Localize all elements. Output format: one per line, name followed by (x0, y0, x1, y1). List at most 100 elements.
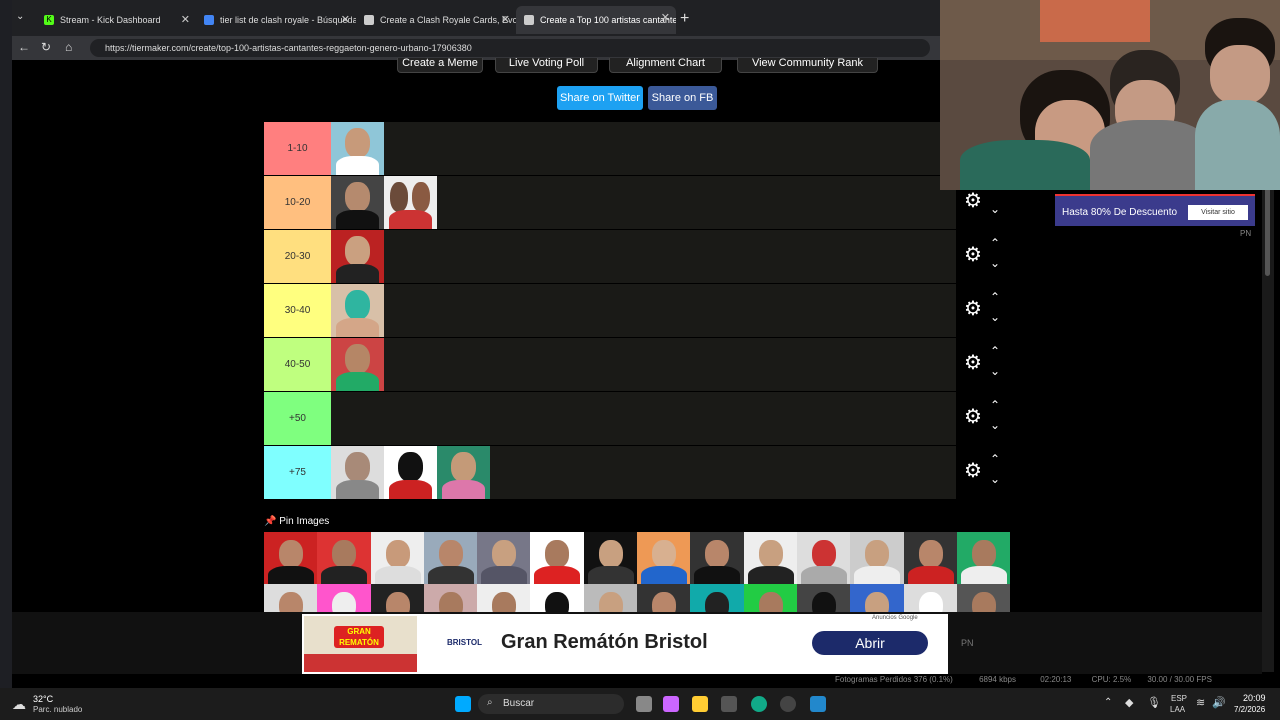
tier-label[interactable]: 30-40 (264, 284, 331, 337)
network-icon[interactable]: ◆ (1125, 696, 1133, 709)
tier-label[interactable]: 1-10 (264, 122, 331, 175)
gear-icon[interactable]: ⚙ (964, 299, 982, 319)
pool-image[interactable] (317, 532, 371, 584)
taskbar-search[interactable]: ⌕ Buscar (478, 694, 624, 714)
close-icon[interactable]: ✕ (661, 11, 670, 24)
chevron-down-icon[interactable]: ⌄ (990, 256, 1000, 270)
pool-image[interactable] (743, 532, 797, 584)
copilot-icon[interactable] (663, 696, 679, 712)
tab-search-icon[interactable]: ⌄ (16, 11, 24, 22)
tab-busqueda[interactable]: tier list de clash royale - Búsqueda ✕ (196, 8, 356, 32)
obs-icon[interactable] (780, 696, 796, 712)
clock-time[interactable]: 20:09 (1243, 693, 1266, 703)
pool-image[interactable] (796, 532, 851, 584)
share-twitter-button[interactable]: Share on Twitter (557, 86, 643, 110)
pool-image[interactable] (477, 584, 531, 612)
artist-image[interactable] (331, 338, 384, 391)
home-icon[interactable]: ⌂ (65, 40, 72, 54)
microphone-icon[interactable]: 🎙 (1147, 696, 1161, 709)
new-tab-icon[interactable]: + (680, 10, 689, 28)
chevron-down-icon[interactable]: ⌄ (990, 202, 1000, 216)
tier-label[interactable]: +50 (264, 392, 331, 445)
weather-icon[interactable]: ☁ (12, 696, 26, 713)
pool-image[interactable] (264, 584, 318, 612)
pool-image[interactable] (317, 584, 371, 612)
artist-image[interactable] (331, 446, 384, 499)
tab-top-100-artistas[interactable]: Create a Top 100 artistas cantante ✕ (516, 6, 676, 34)
tier-label[interactable]: 10-20 (264, 176, 331, 229)
tier-label[interactable]: +75 (264, 446, 331, 499)
live-voting-poll-button[interactable]: Live Voting Poll (495, 58, 598, 73)
view-community-rank-button[interactable]: View Community Rank (737, 58, 878, 73)
gear-icon[interactable]: ⚙ (964, 245, 982, 265)
chevron-up-icon[interactable]: ⌃ (990, 398, 1000, 412)
artist-image[interactable] (331, 176, 384, 229)
chevron-up-icon[interactable]: ⌃ (990, 344, 1000, 358)
tab-clash-royale[interactable]: Create a Clash Royale Cards, Evos ✕ (356, 8, 516, 32)
close-icon[interactable]: ✕ (181, 13, 190, 26)
artist-image[interactable] (331, 230, 384, 283)
visit-site-button[interactable]: Visitar sitio (1188, 205, 1248, 220)
gear-icon[interactable]: ⚙ (964, 191, 982, 211)
pool-image[interactable] (796, 584, 851, 612)
pool-image[interactable] (583, 532, 638, 584)
tier-label[interactable]: 20-30 (264, 230, 331, 283)
back-arrow-icon[interactable]: ← (18, 40, 30, 54)
pool-image[interactable] (850, 532, 904, 584)
artist-image[interactable] (384, 176, 437, 229)
wifi-icon[interactable]: ≋ (1196, 696, 1205, 709)
task-view-icon[interactable] (636, 696, 652, 712)
pool-image[interactable] (903, 532, 957, 584)
language-indicator[interactable]: ESP (1171, 694, 1187, 703)
gear-icon[interactable]: ⚙ (964, 407, 982, 427)
pool-image[interactable] (956, 532, 1011, 584)
pool-image[interactable] (690, 532, 744, 584)
pool-image[interactable] (370, 584, 424, 612)
pool-image[interactable] (370, 532, 424, 584)
chevron-down-icon[interactable]: ⌄ (990, 364, 1000, 378)
chevron-up-icon[interactable]: ⌃ (990, 236, 1000, 250)
gear-icon[interactable]: ⚙ (964, 353, 982, 373)
pin-images-toggle[interactable]: 📌 Pin Images (264, 516, 329, 527)
file-explorer-icon[interactable] (692, 696, 708, 712)
pool-image[interactable] (637, 532, 691, 584)
create-meme-button[interactable]: Create a Meme (397, 58, 483, 73)
app-icon[interactable] (810, 696, 826, 712)
bottom-ad[interactable]: GRAN REMATÓN BRISTOL Gran Remátón Bristo… (302, 614, 948, 674)
pool-image[interactable] (264, 532, 318, 584)
artist-image[interactable] (331, 122, 384, 175)
artist-image[interactable] (384, 446, 437, 499)
windows-start-icon[interactable] (455, 696, 471, 712)
chevron-up-icon[interactable]: ⌃ (990, 290, 1000, 304)
chevron-down-icon[interactable]: ⌄ (990, 310, 1000, 324)
abrir-button[interactable]: Abrir (812, 631, 928, 655)
pool-image[interactable] (743, 584, 797, 612)
pool-image[interactable] (850, 584, 904, 612)
pool-image[interactable] (423, 532, 478, 584)
tier-label[interactable]: 40-50 (264, 338, 331, 391)
chevron-up-icon[interactable]: ⌃ (990, 452, 1000, 466)
pool-image[interactable] (477, 532, 531, 584)
reload-icon[interactable]: ↻ (41, 40, 51, 54)
volume-icon[interactable]: 🔊 (1212, 696, 1226, 709)
alignment-chart-button[interactable]: Alignment Chart (609, 58, 722, 73)
pool-image[interactable] (423, 584, 478, 612)
pool-image[interactable] (530, 584, 584, 612)
chevron-down-icon[interactable]: ⌄ (990, 418, 1000, 432)
pool-image[interactable] (637, 584, 691, 612)
pool-image[interactable] (956, 584, 1011, 612)
share-fb-button[interactable]: Share on FB (648, 86, 717, 110)
pool-image[interactable] (583, 584, 638, 612)
gear-icon[interactable]: ⚙ (964, 461, 982, 481)
tab-kick-dashboard[interactable]: K Stream - Kick Dashboard ✕ (36, 8, 196, 32)
chevron-down-icon[interactable]: ⌄ (990, 472, 1000, 486)
side-ad[interactable]: Hasta 80% De Descuento Visitar sitio (1055, 194, 1255, 226)
pool-image[interactable] (530, 532, 584, 584)
artist-image[interactable] (437, 446, 490, 499)
chevron-up-icon[interactable]: ⌃ (1104, 697, 1112, 708)
pool-image[interactable] (903, 584, 957, 612)
store-icon[interactable] (721, 696, 737, 712)
close-icon[interactable]: ✕ (501, 13, 510, 26)
close-icon[interactable]: ✕ (341, 13, 350, 26)
edge-icon[interactable] (751, 696, 767, 712)
